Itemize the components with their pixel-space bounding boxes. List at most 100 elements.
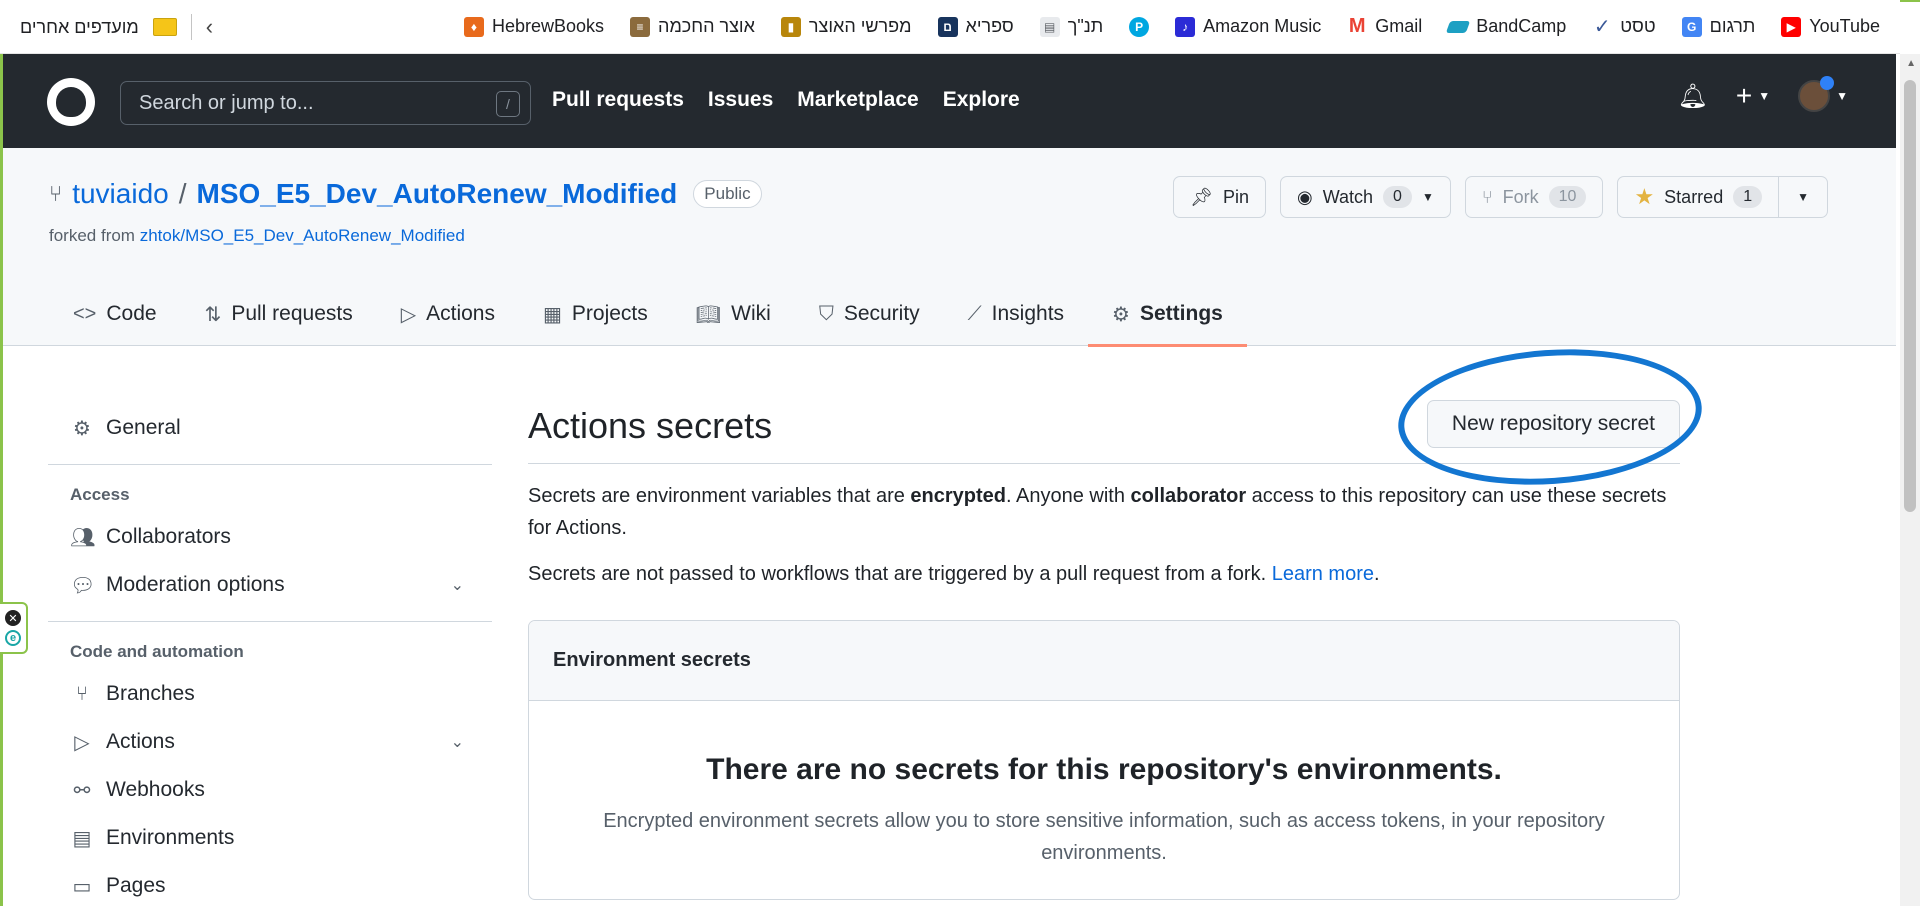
sidebar-item-general[interactable]: ⚙ General <box>48 404 492 452</box>
user-menu[interactable]: ▼ <box>1798 76 1848 112</box>
create-new-button[interactable]: + ▼ <box>1736 80 1770 112</box>
other-bookmarks[interactable]: מועדפים אחרים <box>20 17 139 38</box>
repo-title: ⑂ tuviaido / MSO_E5_Dev_AutoRenew_Modifi… <box>49 178 762 210</box>
star-count: 1 <box>1733 186 1763 208</box>
nav-explore[interactable]: Explore <box>943 88 1020 112</box>
tab-security[interactable]: ⛉ Security <box>795 282 944 346</box>
star-icon: ★ <box>1634 184 1655 209</box>
bookmark-test[interactable]: טסט ✓ <box>1592 16 1656 38</box>
environment-secrets-heading: Environment secrets <box>529 621 1679 701</box>
repo-forked-icon: ⑂ <box>49 181 63 206</box>
check-icon: ✓ <box>1593 16 1611 38</box>
sidebar-item-branches[interactable]: ⑂ Branches <box>48 670 492 718</box>
scrollbar-thumb[interactable] <box>1904 80 1916 512</box>
fork-button[interactable]: ⑂ Fork 10 <box>1464 176 1604 218</box>
fork-secrets-note: Secrets are not passed to workflows that… <box>528 563 1380 585</box>
sidebar-item-webhooks[interactable]: ⚯ Webhooks <box>48 766 492 814</box>
sidebar-item-pages[interactable]: ▭ Pages <box>48 862 492 906</box>
pin-icon: 📌︎ <box>1190 186 1213 207</box>
repo-tabs: <> Code ⇅ Pull requests ▷ Actions ▦ Projects… <box>49 282 1247 347</box>
caret-down-icon: ▼ <box>1421 190 1434 204</box>
pin-button[interactable]: 📌︎ Pin <box>1173 176 1266 218</box>
tab-insights[interactable]: ⟋ Insights <box>944 282 1088 346</box>
tab-pull-requests[interactable]: ⇅ Pull requests <box>181 282 377 346</box>
secrets-description: Secrets are environment variables that a… <box>528 485 1667 539</box>
gear-icon: ⚙ <box>73 417 91 440</box>
tab-projects[interactable]: ▦ Projects <box>519 282 672 346</box>
starred-button[interactable]: ★ Starred 1 <box>1617 176 1780 218</box>
bell-icon[interactable]: 🔔︎ <box>1677 82 1707 111</box>
bookmark-hebrewbooks[interactable]: HebrewBooks ♦ <box>463 16 604 37</box>
bookmark-translate[interactable]: תרגום G <box>1681 16 1755 37</box>
youtube-icon: ▶ <box>1781 16 1802 37</box>
empty-state-description: Encrypted environment secrets allow you … <box>603 810 1605 864</box>
fork-label: Fork <box>1502 186 1539 207</box>
comment-icon: 💬︎ <box>70 574 96 597</box>
repo-actions: 📌︎ Pin ◉ Watch 0 ▼ ⑂ Fork 10 ★ Starred 1 ▼ <box>1173 176 1828 218</box>
bookmark-gmail[interactable]: Gmail M <box>1347 15 1422 37</box>
forked-from-line: forked from zhtok/MSO_E5_Dev_AutoRenew_M… <box>49 226 465 246</box>
environment-secrets-box: Environment secrets There are no secrets… <box>528 620 1680 900</box>
sidebar-item-environments[interactable]: ▤ Environments <box>48 814 492 862</box>
bookmark-otzar[interactable]: אוצר החכמה ≡ <box>630 16 755 37</box>
table-icon: ▦ <box>543 303 562 326</box>
forked-from-link[interactable]: zhtok/MSO_E5_Dev_AutoRenew_Modified <box>140 226 465 245</box>
sidebar-item-actions[interactable]: ▷ Actions ⌄ <box>48 718 492 766</box>
fork-icon: ⑂ <box>1481 186 1493 207</box>
bookmark-p[interactable]: P <box>1129 16 1150 37</box>
settings-sidebar: ⚙ General Access 👥︎ Collaborators 💬︎ Modera… <box>48 404 492 906</box>
learn-more-link[interactable]: Learn more <box>1272 563 1374 585</box>
search-shortcut-key: / <box>496 91 520 117</box>
tab-wiki[interactable]: 📖︎ Wiki <box>672 282 795 346</box>
github-header: Search or jump to... / Pull requests Iss… <box>3 54 1896 148</box>
chevron-left-icon[interactable]: ‹ <box>206 14 213 40</box>
empty-state-title: There are no secrets for this repository… <box>706 753 1502 786</box>
browser-icon: ▭ <box>72 875 92 898</box>
gear-icon: ⚙ <box>1112 303 1130 326</box>
sidebar-item-collaborators[interactable]: 👥︎ Collaborators <box>48 513 492 561</box>
bookmark-sefaria[interactable]: ספריא ם <box>937 16 1014 37</box>
avatar <box>1798 76 1835 112</box>
tab-actions[interactable]: ▷ Actions <box>377 282 519 346</box>
bookmark-bandcamp[interactable]: BandCamp <box>1446 16 1566 37</box>
sidebar-item-moderation[interactable]: 💬︎ Moderation options ⌄ <box>48 561 492 609</box>
amazon-music-icon: ♪ <box>1175 16 1196 37</box>
starred-label: Starred <box>1664 186 1724 207</box>
octocat-shape <box>56 87 86 117</box>
chevron-down-icon: ⌄ <box>450 734 464 751</box>
github-logo-icon[interactable] <box>47 78 95 126</box>
close-icon[interactable]: ✕ <box>5 610 21 626</box>
repo-name-link[interactable]: MSO_E5_Dev_AutoRenew_Modified <box>197 178 678 210</box>
repo-owner-link[interactable]: tuviaido <box>72 178 169 210</box>
tab-code[interactable]: <> Code <box>49 282 181 346</box>
bookmark-youtube[interactable]: YouTube ▶ <box>1781 16 1880 37</box>
play-icon: ▷ <box>400 303 417 326</box>
caret-down-icon: ▼ <box>1758 89 1771 103</box>
pull-request-icon: ⇅ <box>204 303 222 326</box>
bookmark-mefarshei[interactable]: מפרשי האוצר ▮ <box>780 16 912 37</box>
bookmarks-bar: YouTube ▶ תרגום G טסט ✓ BandCamp Gmail M Ama… <box>0 0 1900 54</box>
extension-e-icon[interactable]: e <box>5 630 21 646</box>
header-right: 🔔︎ + ▼ ▼ <box>1677 76 1848 112</box>
nav-pull-requests[interactable]: Pull requests <box>552 88 684 112</box>
bookmarks-left: מועדפים אחרים ‹ <box>20 0 213 54</box>
people-icon: 👥︎ <box>70 526 96 549</box>
scroll-up-arrow-icon[interactable]: ▲ <box>1906 58 1916 69</box>
tab-settings[interactable]: ⚙ Settings <box>1088 282 1247 347</box>
star-group: ★ Starred 1 ▼ <box>1617 176 1828 218</box>
nav-marketplace[interactable]: Marketplace <box>797 88 918 112</box>
webhook-icon: ⚯ <box>73 779 91 802</box>
watch-button[interactable]: ◉ Watch 0 ▼ <box>1279 176 1451 218</box>
visibility-badge: Public <box>693 180 762 208</box>
translate-icon: G <box>1681 16 1702 37</box>
nav-issues[interactable]: Issues <box>708 88 773 112</box>
bookmark-amazon-music[interactable]: Amazon Music ♪ <box>1175 16 1321 37</box>
book-icon: ▮ <box>780 16 801 37</box>
shield-icon: ⛉ <box>818 302 834 325</box>
watch-label: Watch <box>1322 186 1374 207</box>
sidebar-divider <box>48 464 492 465</box>
chevron-down-icon: ⌄ <box>450 577 464 594</box>
search-input[interactable]: Search or jump to... / <box>120 81 531 125</box>
star-lists-dropdown[interactable]: ▼ <box>1779 176 1828 218</box>
bookmark-tanach[interactable]: תנ"ך ▤ <box>1039 16 1103 37</box>
